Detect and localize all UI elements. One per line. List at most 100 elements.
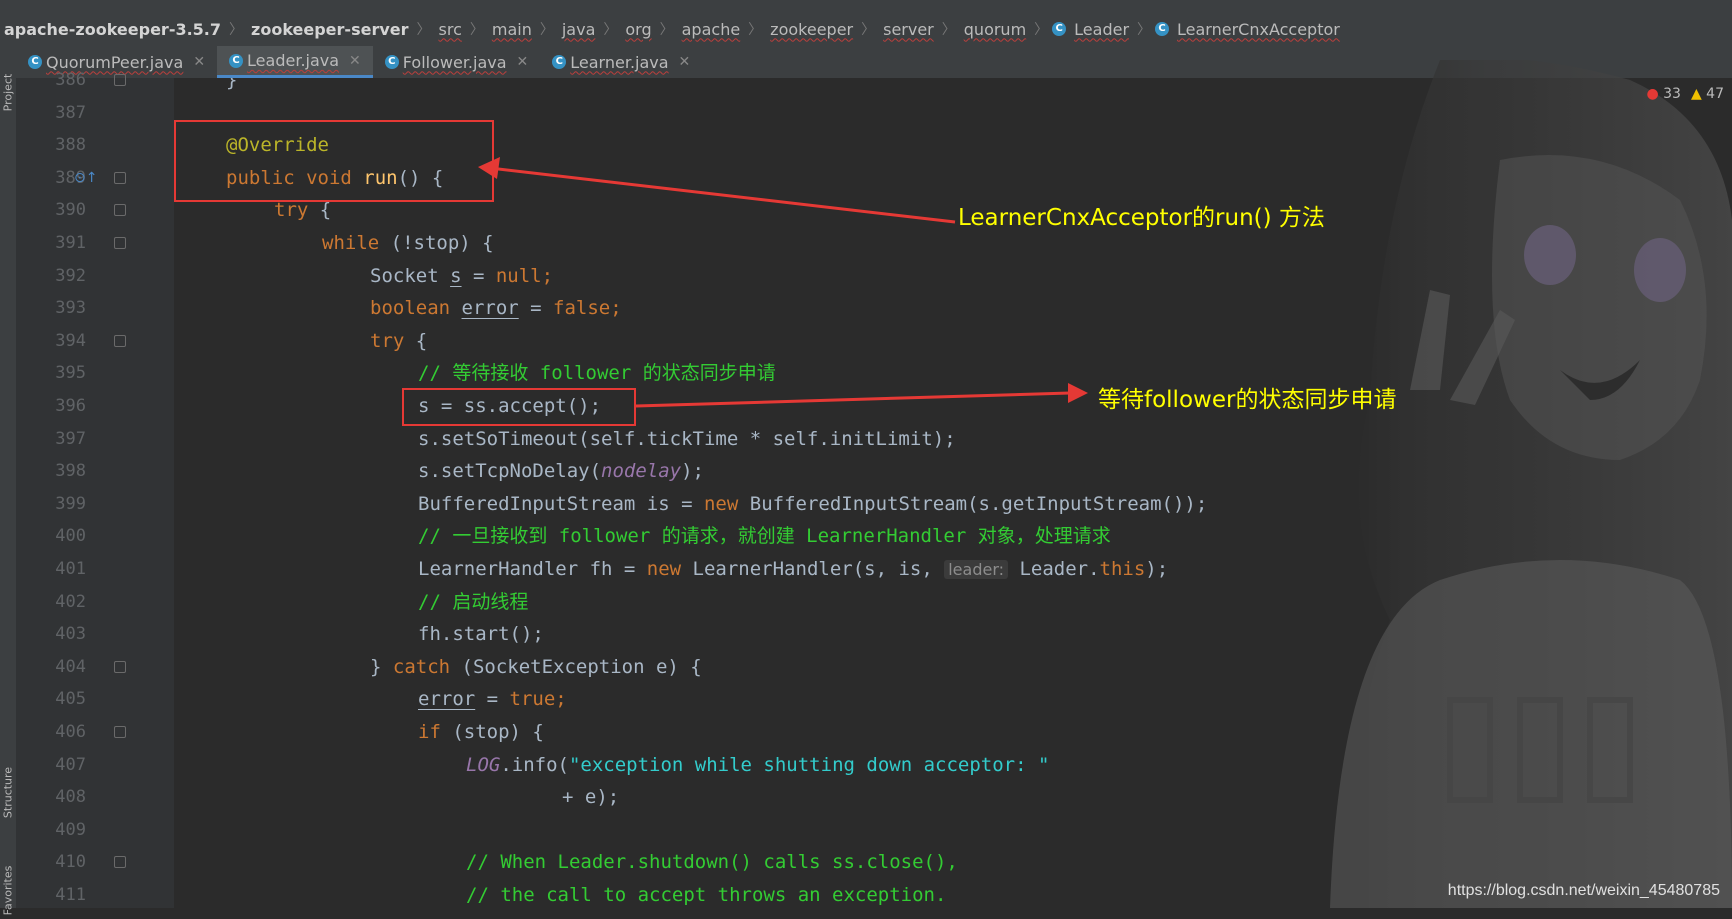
favorites-tool-tab[interactable]: Favorites bbox=[2, 863, 15, 919]
breadcrumb-item-module[interactable]: zookeeper-server bbox=[247, 20, 412, 39]
breadcrumb-item-leader[interactable]: Leader bbox=[1070, 20, 1133, 39]
fold-icon[interactable] bbox=[114, 856, 126, 869]
breadcrumb-item-quorum[interactable]: quorum bbox=[960, 20, 1030, 39]
line-number: 406 bbox=[55, 722, 86, 742]
gutter-line: 405 bbox=[16, 683, 174, 716]
project-tool-tab[interactable]: Project bbox=[2, 65, 15, 121]
code-line: if (stop) { bbox=[418, 716, 544, 749]
keyword-token: this bbox=[1099, 558, 1146, 580]
line-number: 409 bbox=[55, 819, 86, 840]
close-icon[interactable]: ✕ bbox=[349, 53, 361, 69]
structure-tool-tab[interactable]: Structure bbox=[2, 765, 15, 821]
code-comment: // When Leader.shutdown() calls ss.close… bbox=[466, 851, 958, 874]
gutter-line: 410 bbox=[16, 846, 174, 879]
gutter-line: 406 bbox=[16, 716, 174, 749]
gutter-line: 392 bbox=[16, 260, 174, 293]
gutter-line: 411 bbox=[16, 879, 174, 912]
field-token: LOG bbox=[466, 753, 501, 776]
gutter-line: 389 ⊙↑ bbox=[16, 162, 174, 195]
line-number: 391 bbox=[55, 233, 86, 253]
code-comment: // the call to accept throws an exceptio… bbox=[466, 884, 947, 906]
code-token: Leader. bbox=[1008, 558, 1100, 580]
line-number: 410 bbox=[55, 852, 86, 873]
gutter-line: 390 bbox=[16, 194, 174, 227]
class-icon: C bbox=[1155, 22, 1170, 36]
gutter-line: 399 bbox=[16, 488, 174, 521]
keyword-token: while bbox=[322, 232, 380, 254]
tab-leader[interactable]: C Leader.java ✕ bbox=[217, 46, 373, 78]
code-token: BufferedInputStream is = bbox=[418, 492, 704, 515]
close-icon[interactable]: ✕ bbox=[517, 54, 529, 70]
chevron-right-icon: 〉 bbox=[539, 22, 554, 38]
code-line: s.setSoTimeout(self.tickTime * self.init… bbox=[418, 427, 956, 450]
fold-icon[interactable] bbox=[114, 660, 126, 673]
code-line: } bbox=[226, 78, 238, 91]
tab-follower[interactable]: C Follower.java ✕ bbox=[373, 46, 540, 78]
gutter-line: 395 bbox=[16, 357, 174, 390]
breadcrumb-item-java[interactable]: java bbox=[558, 20, 600, 39]
keyword-token: if bbox=[418, 721, 441, 743]
class-icon: C bbox=[384, 55, 399, 69]
fold-icon[interactable] bbox=[114, 74, 126, 86]
breadcrumb-item-server[interactable]: server bbox=[879, 20, 938, 39]
line-number: 388 bbox=[55, 135, 86, 156]
error-icon: ● bbox=[1646, 86, 1659, 102]
line-number: 402 bbox=[55, 591, 86, 612]
code-token: = bbox=[461, 264, 496, 287]
close-icon[interactable]: ✕ bbox=[193, 54, 205, 70]
breadcrumb-item-src[interactable]: src bbox=[435, 20, 466, 39]
watermark: https://blog.csdn.net/weixin_45480785 bbox=[1447, 882, 1720, 899]
line-number: 408 bbox=[55, 787, 86, 808]
line-number: 399 bbox=[55, 493, 86, 514]
gutter-line: 388 bbox=[16, 129, 174, 162]
code-line: BufferedInputStream is = new BufferedInp… bbox=[418, 488, 1207, 521]
code-comment: // 等待接收 follower 的状态同步申请 bbox=[418, 362, 776, 385]
fold-icon[interactable] bbox=[114, 204, 126, 217]
keyword-token: new bbox=[703, 492, 739, 515]
code-token: (stop) { bbox=[440, 721, 544, 743]
override-marker-icon[interactable]: ⊙↑ bbox=[74, 170, 97, 186]
code-token: = bbox=[475, 688, 510, 711]
highlight-box-accept bbox=[402, 388, 636, 426]
breadcrumb-item-project[interactable]: apache-zookeeper-3.5.7 bbox=[0, 20, 225, 39]
tab-label: Follower.java bbox=[402, 52, 507, 72]
annotation-run-method: LearnerCnxAcceptor的run() 方法 bbox=[958, 205, 1325, 231]
variable-token: error bbox=[418, 688, 476, 711]
chevron-right-icon: 〉 bbox=[659, 22, 674, 38]
keyword-token: try bbox=[274, 199, 309, 222]
inspection-status[interactable]: ● 33 ▲ 47 bbox=[1646, 86, 1724, 102]
tab-learner[interactable]: C Learner.java ✕ bbox=[540, 46, 702, 78]
fold-icon[interactable] bbox=[114, 334, 126, 347]
line-number: 394 bbox=[55, 330, 86, 351]
close-icon[interactable]: ✕ bbox=[679, 54, 691, 70]
gutter-line: 397 bbox=[16, 423, 174, 456]
fold-icon[interactable] bbox=[114, 171, 126, 184]
line-number: 400 bbox=[55, 526, 86, 547]
code-token: LearnerHandler(s, is, bbox=[681, 558, 945, 580]
tab-label: Learner.java bbox=[570, 52, 669, 72]
breadcrumb: apache-zookeeper-3.5.7 〉 zookeeper-server… bbox=[0, 12, 1732, 46]
line-number: 398 bbox=[55, 461, 86, 482]
breadcrumb-item-org[interactable]: org bbox=[621, 20, 655, 39]
fold-icon[interactable] bbox=[114, 726, 126, 738]
parameter-hint: leader: bbox=[944, 560, 1008, 579]
code-token: Socket bbox=[370, 264, 451, 287]
line-number: 393 bbox=[55, 298, 86, 319]
gutter-line: 393 bbox=[16, 292, 174, 325]
code-line: while (!stop) { bbox=[322, 227, 494, 260]
line-number: 404 bbox=[55, 656, 86, 677]
breadcrumb-item-learnercnxacceptor[interactable]: LearnerCnxAcceptor bbox=[1173, 20, 1344, 39]
line-number: 411 bbox=[55, 885, 86, 905]
gutter-line: 391 bbox=[16, 227, 174, 260]
breadcrumb-item-main[interactable]: main bbox=[488, 20, 536, 39]
chevron-right-icon: 〉 bbox=[1137, 22, 1152, 38]
breadcrumb-item-zookeeper[interactable]: zookeeper bbox=[766, 20, 857, 39]
line-number: 401 bbox=[55, 559, 86, 579]
gutter-line: 408 bbox=[16, 781, 174, 814]
breadcrumb-item-apache[interactable]: apache bbox=[678, 20, 745, 39]
fold-icon[interactable] bbox=[114, 237, 126, 249]
warning-count-value: 47 bbox=[1706, 86, 1724, 102]
code-line: fh.start(); bbox=[418, 623, 544, 646]
code-comment: // 启动线程 bbox=[418, 590, 529, 613]
keyword-token: null bbox=[495, 264, 542, 287]
